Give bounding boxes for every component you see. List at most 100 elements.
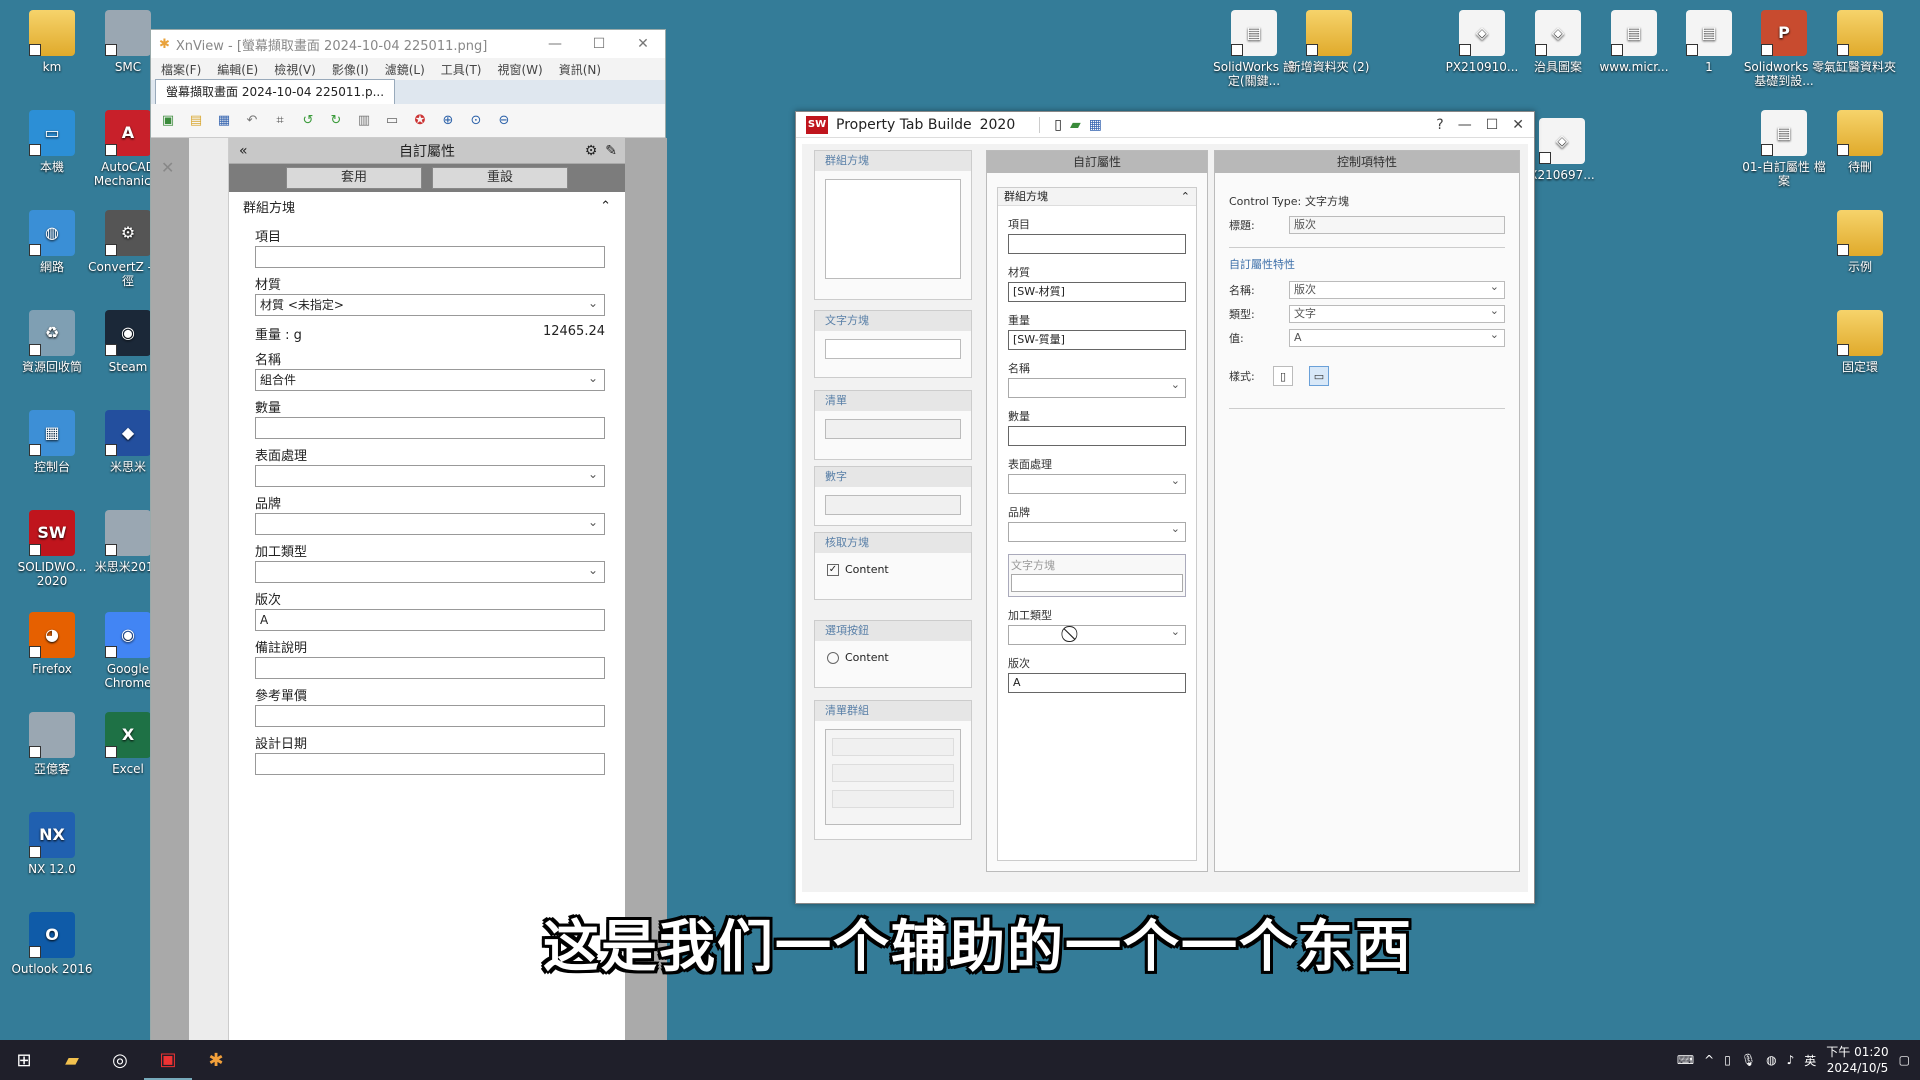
- menu-item[interactable]: 工具(T): [441, 61, 482, 78]
- settings-ribbon-icon[interactable]: ✪: [409, 110, 431, 132]
- palette-item[interactable]: 核取方塊 ✓ Content: [814, 532, 972, 600]
- ime-indicator[interactable]: 英: [1804, 1052, 1816, 1069]
- desktop-icon[interactable]: P Solidworks 零基礎到設...: [1740, 10, 1828, 88]
- keyboard-icon[interactable]: ⌨: [1677, 1053, 1694, 1067]
- collapse-chevron-icon[interactable]: «: [239, 143, 248, 159]
- chevron-up-icon[interactable]: ⌃: [600, 199, 611, 214]
- maximize-icon[interactable]: ☐: [577, 36, 621, 52]
- minimize-icon[interactable]: —: [1458, 117, 1472, 133]
- save-icon[interactable]: ▦: [213, 110, 235, 132]
- field-dropdown[interactable]: [255, 512, 605, 535]
- desktop-icon[interactable]: 固定環: [1816, 310, 1904, 374]
- menu-item[interactable]: 濾鏡(L): [385, 61, 425, 78]
- desktop-icon[interactable]: ▤ 01-自訂屬性 檔案: [1740, 110, 1828, 188]
- field-dropdown[interactable]: [1008, 472, 1186, 494]
- browser-icon[interactable]: ◎: [96, 1040, 144, 1080]
- network-icon[interactable]: ◍: [1766, 1053, 1776, 1067]
- desktop-icon[interactable]: SW SOLIDWO... 2020: [8, 510, 96, 588]
- scan-icon[interactable]: ▥: [353, 110, 375, 132]
- menu-item[interactable]: 檢視(V): [274, 61, 316, 78]
- new-file-icon[interactable]: ▯: [1054, 117, 1062, 133]
- menu-item[interactable]: 檔案(F): [161, 61, 201, 78]
- desktop-icon[interactable]: ▦ 控制台: [8, 410, 96, 474]
- gear-icon[interactable]: ⚙: [585, 143, 598, 159]
- menu-item[interactable]: 編輯(E): [217, 61, 258, 78]
- desktop-icon[interactable]: NX NX 12.0: [8, 812, 96, 876]
- field-input[interactable]: [1008, 426, 1186, 446]
- group-header[interactable]: 群組方塊 ⌃: [229, 192, 625, 220]
- field-dropdown[interactable]: 組合件: [255, 368, 605, 391]
- field-input[interactable]: [255, 753, 605, 775]
- notification-icon[interactable]: ▢: [1899, 1053, 1910, 1067]
- field-input[interactable]: [1008, 234, 1186, 254]
- desktop-icon[interactable]: 示例: [1816, 210, 1904, 274]
- chevron-up-icon[interactable]: ^: [1704, 1053, 1714, 1067]
- palette-item[interactable]: 文字方塊: [814, 310, 972, 378]
- zoom-in-icon[interactable]: ⊕: [437, 110, 459, 132]
- minimize-icon[interactable]: —: [533, 36, 577, 52]
- start-icon[interactable]: ⊞: [0, 1040, 48, 1080]
- volume-icon[interactable]: ♪: [1787, 1053, 1795, 1067]
- undo-icon[interactable]: ↶: [241, 110, 263, 132]
- desktop-icon[interactable]: km: [8, 10, 96, 74]
- field-input[interactable]: A: [255, 609, 605, 631]
- desktop-icon[interactable]: 亞億客: [8, 712, 96, 776]
- palette-item[interactable]: 選項按鈕 Content: [814, 620, 972, 688]
- close-icon[interactable]: ✕: [161, 158, 174, 177]
- desktop-icon[interactable]: ◈ 治具圖案: [1514, 10, 1602, 74]
- palette-item[interactable]: 清單: [814, 390, 972, 460]
- microphone-icon[interactable]: 🎙: [1741, 1053, 1756, 1067]
- display-icon[interactable]: ▭: [381, 110, 403, 132]
- field-input[interactable]: [255, 246, 605, 268]
- type-dropdown[interactable]: 文字: [1289, 303, 1505, 323]
- palette-item[interactable]: 清單群組: [814, 700, 972, 840]
- field-dropdown[interactable]: [255, 560, 605, 583]
- clock[interactable]: 下午 01:20 2024/10/5: [1826, 1044, 1888, 1076]
- save-icon[interactable]: ▦: [1089, 117, 1102, 133]
- reset-button[interactable]: 重設: [432, 167, 568, 189]
- ptb-titlebar[interactable]: SW Property Tab Builde 2020 ▯ ▰ ▦ ? — ☐ …: [796, 112, 1534, 138]
- desktop-icon[interactable]: O Outlook 2016: [8, 912, 96, 976]
- close-icon[interactable]: ✕: [1512, 117, 1524, 133]
- rotate-right-icon[interactable]: ↻: [325, 110, 347, 132]
- solidworks-taskbar-icon[interactable]: ▣: [144, 1040, 192, 1080]
- desktop-icon[interactable]: ◍ 網路: [8, 210, 96, 274]
- desktop-icon[interactable]: ◕ Firefox: [8, 612, 96, 676]
- name-dropdown[interactable]: 版次: [1289, 279, 1505, 299]
- chevron-up-icon[interactable]: ⌃: [1181, 188, 1190, 205]
- desktop-icon[interactable]: 待刪: [1816, 110, 1904, 174]
- open-folder-icon[interactable]: ▤: [185, 110, 207, 132]
- xnview-taskbar-icon[interactable]: ✱: [192, 1040, 240, 1080]
- pin-icon[interactable]: ✎: [605, 143, 617, 159]
- open-file-icon[interactable]: ▰: [1070, 117, 1081, 133]
- xnview-image-tab[interactable]: 螢幕擷取畫面 2024-10-04 225011.p...: [155, 79, 395, 104]
- caption-field[interactable]: 版次: [1289, 216, 1505, 234]
- field-dropdown[interactable]: [255, 464, 605, 487]
- browse-icon[interactable]: ▣: [157, 110, 179, 132]
- desktop-icon[interactable]: ♻ 資源回收筒: [8, 310, 96, 374]
- style-horizontal-icon[interactable]: ▭: [1309, 366, 1329, 386]
- desktop-icon[interactable]: 氣缸醫資料夾: [1816, 10, 1904, 74]
- desktop-icon[interactable]: 新增資料夾 (2): [1285, 10, 1373, 74]
- field-dropdown[interactable]: ⃠: [1008, 623, 1186, 645]
- crop-icon[interactable]: ⌗: [269, 110, 291, 132]
- field-dropdown[interactable]: 材質 <未指定>: [255, 293, 605, 316]
- value-dropdown[interactable]: A: [1289, 327, 1505, 347]
- field-input[interactable]: A: [1008, 673, 1186, 693]
- field-input[interactable]: [255, 417, 605, 439]
- field-input[interactable]: [255, 657, 605, 679]
- field-dropdown[interactable]: [1008, 376, 1186, 398]
- field-input[interactable]: [SW-材質]: [1008, 282, 1186, 302]
- palette-item[interactable]: 數字: [814, 466, 972, 526]
- style-vertical-icon[interactable]: ▯: [1273, 366, 1293, 386]
- field-input[interactable]: [255, 705, 605, 727]
- ghost-text-box[interactable]: 文字方塊: [1008, 554, 1186, 597]
- field-dropdown[interactable]: [1008, 520, 1186, 542]
- rotate-left-icon[interactable]: ↺: [297, 110, 319, 132]
- apply-button[interactable]: 套用: [286, 167, 422, 189]
- menu-item[interactable]: 資訊(N): [559, 61, 601, 78]
- desktop-icon[interactable]: ◈ PX210910...: [1438, 10, 1526, 74]
- xnview-titlebar[interactable]: ✱ XnView - [螢幕擷取畫面 2024-10-04 225011.png…: [151, 30, 665, 58]
- palette-group-box[interactable]: 群組方塊: [814, 150, 972, 300]
- zoom-out-icon[interactable]: ⊖: [493, 110, 515, 132]
